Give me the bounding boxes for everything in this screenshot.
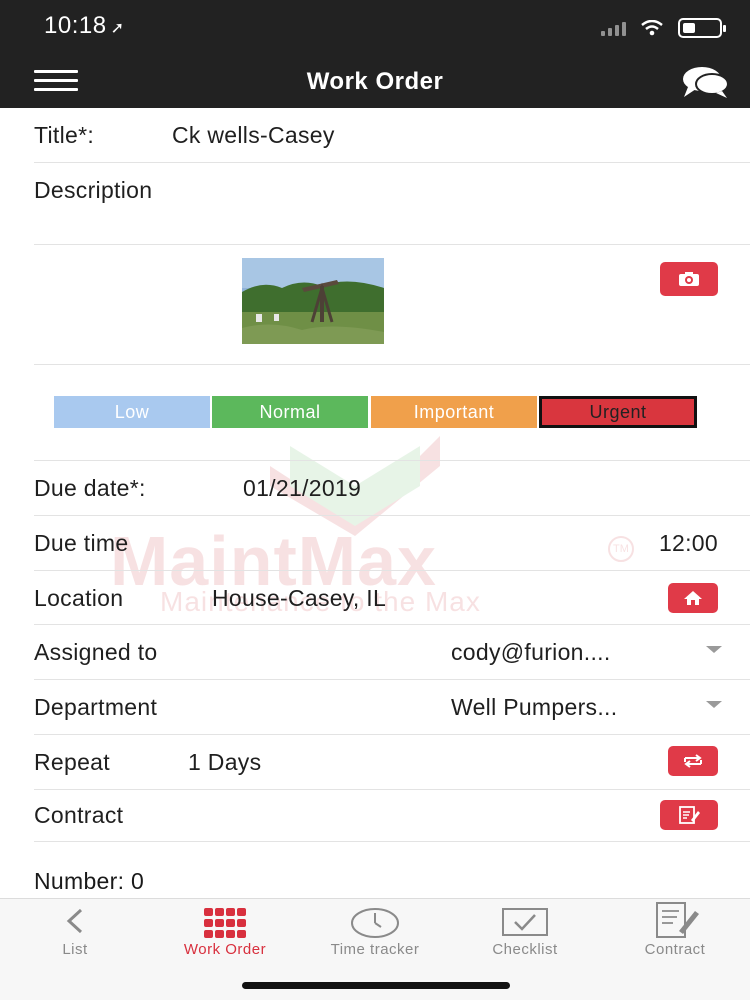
chevron-left-icon [66, 908, 83, 934]
location-row: Location House-Casey, IL [34, 571, 750, 625]
priority-important-button[interactable]: Important [371, 396, 537, 428]
chat-icon[interactable] [678, 64, 732, 100]
camera-button[interactable] [660, 262, 718, 296]
grid-icon [204, 908, 246, 938]
due-time-label: Due time [34, 530, 129, 556]
department-row[interactable]: Department Well Pumpers... [34, 680, 750, 735]
tab-list-label: List [62, 941, 88, 958]
due-time-value: 12:00 [658, 530, 718, 556]
tab-list[interactable]: List [0, 899, 150, 969]
assigned-to-label: Assigned to [34, 639, 158, 665]
due-date-value: 01/21/2019 [243, 475, 362, 501]
page-title: Work Order [306, 68, 444, 95]
contract-row: Contract [34, 790, 750, 842]
department-label: Department [34, 694, 158, 720]
cell-signal-icon [601, 20, 626, 36]
description-row[interactable]: Description [34, 163, 750, 245]
home-icon [684, 591, 702, 605]
due-date-label: Due date*: [34, 475, 146, 501]
tab-work-order[interactable]: Work Order [150, 899, 300, 969]
contract-icon [656, 902, 699, 938]
nav-bar: Work Order [0, 56, 750, 108]
tab-checklist[interactable]: Checklist [450, 899, 600, 969]
department-chevron-down-icon [706, 701, 722, 708]
status-time: 10:18 ➚ [44, 12, 124, 40]
repeat-icon [684, 754, 702, 768]
camera-icon [679, 272, 699, 286]
tab-contract[interactable]: Contract [600, 899, 750, 969]
location-home-button[interactable] [668, 583, 718, 613]
due-date-row[interactable]: Due date*: 01/21/2019 [34, 461, 750, 516]
location-label: Location [34, 585, 124, 611]
contract-button[interactable] [660, 800, 718, 830]
home-indicator [242, 982, 510, 989]
tab-work-order-label: Work Order [183, 941, 267, 958]
tab-time-tracker-label: Time tracker [330, 941, 420, 958]
contract-edit-icon [679, 806, 700, 824]
priority-normal-button[interactable]: Normal [212, 396, 368, 428]
status-time-text: 10:18 [44, 12, 107, 39]
department-value: Well Pumpers... [451, 694, 618, 720]
assigned-to-chevron-down-icon [706, 646, 722, 653]
assigned-to-value: cody@furion.... [451, 639, 611, 665]
description-label: Description [34, 177, 153, 203]
repeat-button[interactable] [668, 746, 718, 776]
checklist-icon [502, 908, 548, 936]
number-label: Number: 0 [34, 868, 145, 894]
contract-label: Contract [34, 802, 124, 828]
location-arrow-icon: ➚ [110, 20, 125, 37]
work-order-photo[interactable] [242, 258, 384, 344]
due-time-row[interactable]: Due time 12:00 [34, 516, 750, 571]
title-row: Title*: Ck wells-Casey [34, 108, 750, 163]
work-order-form: MaintMax Maintenance to the Max TM Title… [0, 108, 750, 898]
location-value[interactable]: House-Casey, IL [212, 585, 386, 612]
repeat-value[interactable]: 1 Days [188, 749, 261, 776]
tab-checklist-label: Checklist [492, 941, 558, 958]
repeat-label: Repeat [34, 749, 110, 775]
title-label: Title*: [34, 122, 95, 148]
priority-urgent-button[interactable]: Urgent [539, 396, 697, 428]
assigned-to-row[interactable]: Assigned to cody@furion.... [34, 625, 750, 680]
tab-contract-label: Contract [644, 941, 706, 958]
status-bar: 10:18 ➚ [0, 0, 750, 56]
battery-icon [678, 18, 726, 38]
repeat-row: Repeat 1 Days [34, 735, 750, 790]
status-icons [601, 18, 726, 38]
clock-icon [351, 908, 399, 938]
wifi-icon [641, 20, 663, 36]
title-input[interactable]: Ck wells-Casey [172, 122, 335, 149]
priority-low-button[interactable]: Low [54, 396, 210, 428]
tab-time-tracker[interactable]: Time tracker [300, 899, 450, 969]
photo-row [34, 245, 750, 365]
